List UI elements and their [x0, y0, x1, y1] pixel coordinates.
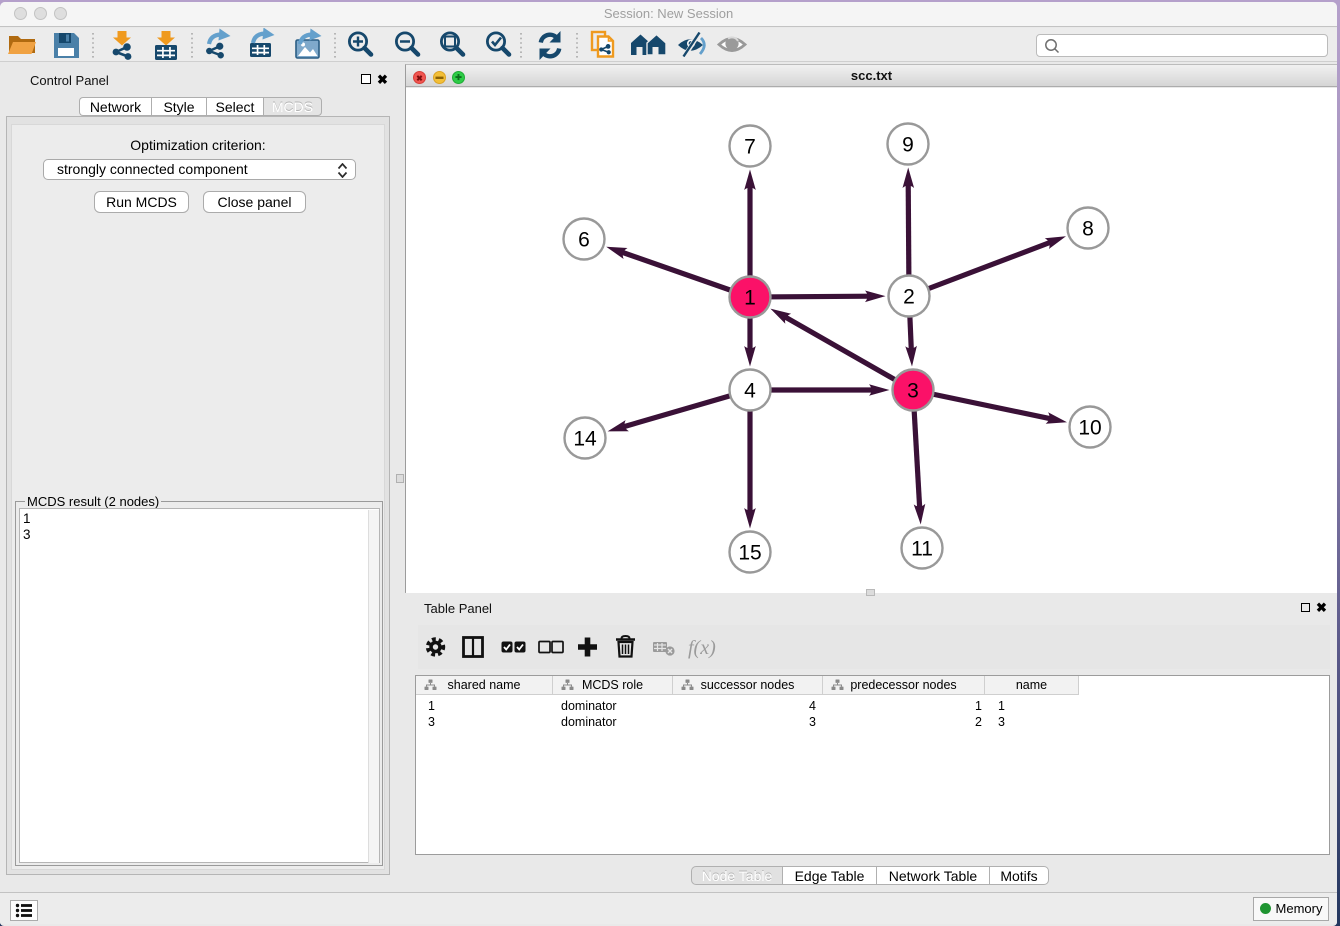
svg-text:10: 10	[1078, 417, 1101, 440]
svg-text:2: 2	[903, 286, 915, 309]
svg-text:4: 4	[744, 380, 756, 403]
svg-text:15: 15	[738, 542, 761, 565]
svg-text:1: 1	[744, 287, 756, 310]
svg-text:14: 14	[573, 428, 597, 451]
svg-text:6: 6	[578, 229, 590, 252]
svg-text:f(x): f(x)	[688, 637, 716, 659]
svg-text:9: 9	[902, 134, 914, 157]
svg-text:11: 11	[911, 538, 933, 561]
svg-text:3: 3	[907, 380, 919, 403]
svg-text:7: 7	[744, 136, 756, 159]
svg-text:8: 8	[1082, 218, 1094, 241]
